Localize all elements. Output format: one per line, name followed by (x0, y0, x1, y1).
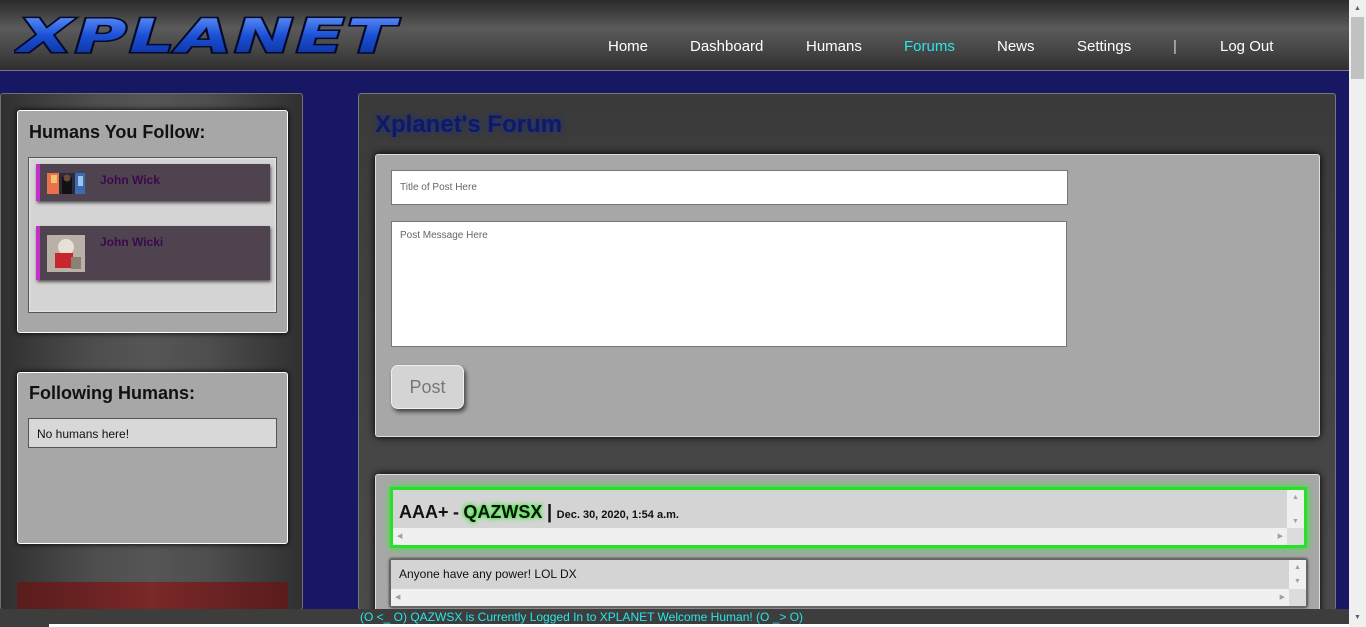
following-name[interactable]: John Wick (100, 173, 160, 187)
left-sidebar: Humans You Follow: John Wick John Wicki … (0, 93, 303, 610)
post-topic: AAA+ (399, 502, 449, 522)
nav-logout[interactable]: Log Out (1220, 38, 1273, 55)
nav-separator: | (1173, 38, 1177, 55)
post-author[interactable]: QAZWSX (463, 502, 542, 522)
scroll-down-icon[interactable]: ▼ (1294, 578, 1301, 585)
avatar (47, 173, 85, 194)
following-item-john-wick[interactable]: John Wick (36, 164, 270, 201)
post-header[interactable]: AAA+ - QAZWSX | Dec. 30, 2020, 1:54 a.m.… (390, 487, 1307, 548)
sidebar-image (17, 582, 288, 609)
page-scrollbar[interactable]: ▲ ▼ (1349, 0, 1366, 627)
main-nav: Home Dashboard Humans Forums News Settin… (0, 38, 1349, 58)
post-header-horizontal-scrollbar[interactable]: ◀ ▶ (393, 528, 1287, 545)
scroll-up-icon[interactable]: ▲ (1294, 564, 1301, 571)
scroll-down-icon[interactable]: ▼ (1354, 614, 1361, 621)
humans-you-follow-card: Humans You Follow: John Wick John Wicki (17, 110, 288, 333)
post-title-input[interactable] (391, 170, 1068, 205)
post-body-horizontal-scrollbar[interactable]: ◀ ▶ (391, 589, 1289, 606)
scroll-right-icon[interactable]: ▶ (1278, 533, 1283, 540)
post-button[interactable]: Post (391, 365, 464, 409)
page-title: Xplanet's Forum (375, 111, 563, 138)
followers-empty-message: No humans here! (28, 418, 277, 448)
post-message-text: Anyone have any power! LOL DX (399, 567, 577, 581)
nav-news[interactable]: News (997, 38, 1035, 55)
top-header: XPLANET Home Dashboard Humans Forums New… (0, 0, 1349, 71)
nav-forums[interactable]: Forums (904, 38, 955, 55)
scroll-left-icon[interactable]: ◀ (397, 533, 402, 540)
nav-settings[interactable]: Settings (1077, 38, 1131, 55)
post-message[interactable]: Anyone have any power! LOL DX ▲ ▼ ◀ ▶ (390, 559, 1307, 607)
nav-dashboard[interactable]: Dashboard (690, 38, 763, 55)
forum-panel: Xplanet's Forum Post AAA+ - QAZWSX | Dec… (358, 93, 1336, 610)
following-humans-title: Following Humans: (29, 383, 195, 403)
posts-list: AAA+ - QAZWSX | Dec. 30, 2020, 1:54 a.m.… (375, 474, 1320, 609)
post-date: Dec. 30, 2020, 1:54 a.m. (556, 509, 679, 521)
following-item-john-wicki[interactable]: John Wicki (36, 226, 270, 280)
scroll-right-icon[interactable]: ▶ (1280, 594, 1285, 601)
following-humans-card: Following Humans: No humans here! (17, 372, 288, 544)
scrollbar-thumb[interactable] (1351, 17, 1364, 79)
scroll-left-icon[interactable]: ◀ (395, 594, 400, 601)
humans-you-follow-title: Humans You Follow: (29, 122, 206, 142)
scroll-up-icon[interactable]: ▲ (1292, 494, 1299, 501)
avatar (47, 235, 85, 272)
scroll-down-icon[interactable]: ▼ (1292, 518, 1299, 525)
nav-humans[interactable]: Humans (806, 38, 862, 55)
post-dash: - (452, 502, 459, 522)
post-header-vertical-scrollbar[interactable]: ▲ ▼ (1287, 490, 1304, 528)
new-post-form: Post (375, 154, 1320, 437)
post-body-vertical-scrollbar[interactable]: ▲ ▼ (1289, 560, 1306, 589)
post-separator: | (546, 502, 553, 523)
scroll-corner (1287, 528, 1304, 545)
post-header-line: AAA+ - QAZWSX | Dec. 30, 2020, 1:54 a.m. (399, 502, 679, 524)
login-status-text: (O <_ O) QAZWSX is Currently Logged In t… (360, 610, 804, 624)
following-name[interactable]: John Wicki (100, 235, 163, 249)
scroll-corner (1289, 589, 1306, 606)
following-list: John Wick John Wicki (28, 157, 277, 313)
post-message-input[interactable] (391, 221, 1067, 347)
scroll-up-icon[interactable]: ▲ (1354, 5, 1361, 12)
nav-home[interactable]: Home (608, 38, 648, 55)
